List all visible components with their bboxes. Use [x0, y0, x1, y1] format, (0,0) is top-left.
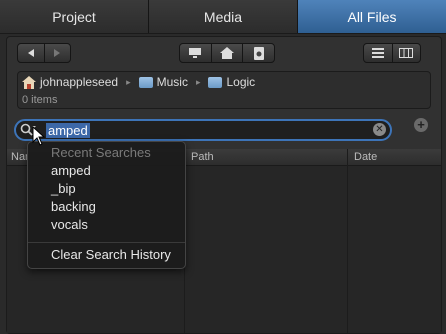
home-folder-icon: [22, 75, 36, 89]
toolbar: [17, 43, 431, 65]
view-buttons: [363, 43, 421, 63]
home-icon: [220, 47, 234, 59]
item-count: 0 items: [22, 94, 58, 106]
column-divider: [347, 149, 348, 333]
computer-button[interactable]: [180, 44, 212, 62]
computer-icon: [189, 48, 202, 58]
tab-project[interactable]: Project: [0, 0, 149, 33]
recent-searches-menu: Recent Searches amped _bip backing vocal…: [27, 141, 186, 269]
breadcrumb-item-music[interactable]: Music: [157, 75, 188, 89]
breadcrumb-item-logic[interactable]: Logic: [226, 75, 255, 89]
location-buttons: [179, 43, 275, 63]
column-header-path[interactable]: Path: [191, 151, 214, 163]
nav-buttons: [17, 43, 71, 63]
home-button[interactable]: [212, 44, 244, 62]
recent-searches-header: Recent Searches: [51, 145, 151, 160]
document-button[interactable]: [243, 44, 274, 62]
column-view-icon: [399, 48, 414, 58]
tab-media[interactable]: Media: [149, 0, 298, 33]
chevron-right-icon: ▸: [195, 76, 201, 87]
folder-icon: [138, 76, 153, 88]
folder-icon: [208, 76, 223, 88]
search-field[interactable]: amped ✕: [14, 119, 392, 141]
breadcrumb-item-home[interactable]: johnappleseed: [40, 75, 118, 89]
menu-divider: [28, 242, 185, 243]
mouse-pointer-icon: [32, 126, 46, 146]
back-button[interactable]: [18, 44, 45, 62]
document-icon: [253, 46, 264, 60]
search-input[interactable]: amped: [46, 123, 90, 138]
recent-search-item[interactable]: backing: [51, 199, 96, 214]
add-filter-icon[interactable]: +: [414, 118, 428, 132]
tab-bar: Project Media All Files: [0, 0, 446, 34]
clear-search-history-item[interactable]: Clear Search History: [51, 247, 171, 262]
recent-search-item[interactable]: _bip: [51, 181, 76, 196]
chevron-right-icon: ▸: [126, 76, 131, 87]
column-view-button[interactable]: [393, 44, 421, 62]
clear-search-icon[interactable]: ✕: [373, 123, 386, 136]
recent-search-item[interactable]: amped: [51, 163, 91, 178]
forward-button[interactable]: [45, 44, 71, 62]
path-bar: johnappleseed ▸ Music ▸ Logic 0 items: [17, 71, 431, 109]
list-view-button[interactable]: [364, 44, 393, 62]
recent-search-item[interactable]: vocals: [51, 217, 88, 232]
list-view-icon: [371, 48, 384, 58]
back-arrow-icon: [27, 49, 34, 57]
column-header-date[interactable]: Date: [354, 151, 377, 163]
breadcrumb: johnappleseed ▸ Music ▸ Logic: [22, 74, 255, 90]
forward-arrow-icon: [54, 49, 61, 57]
tab-all-files[interactable]: All Files: [298, 0, 446, 33]
